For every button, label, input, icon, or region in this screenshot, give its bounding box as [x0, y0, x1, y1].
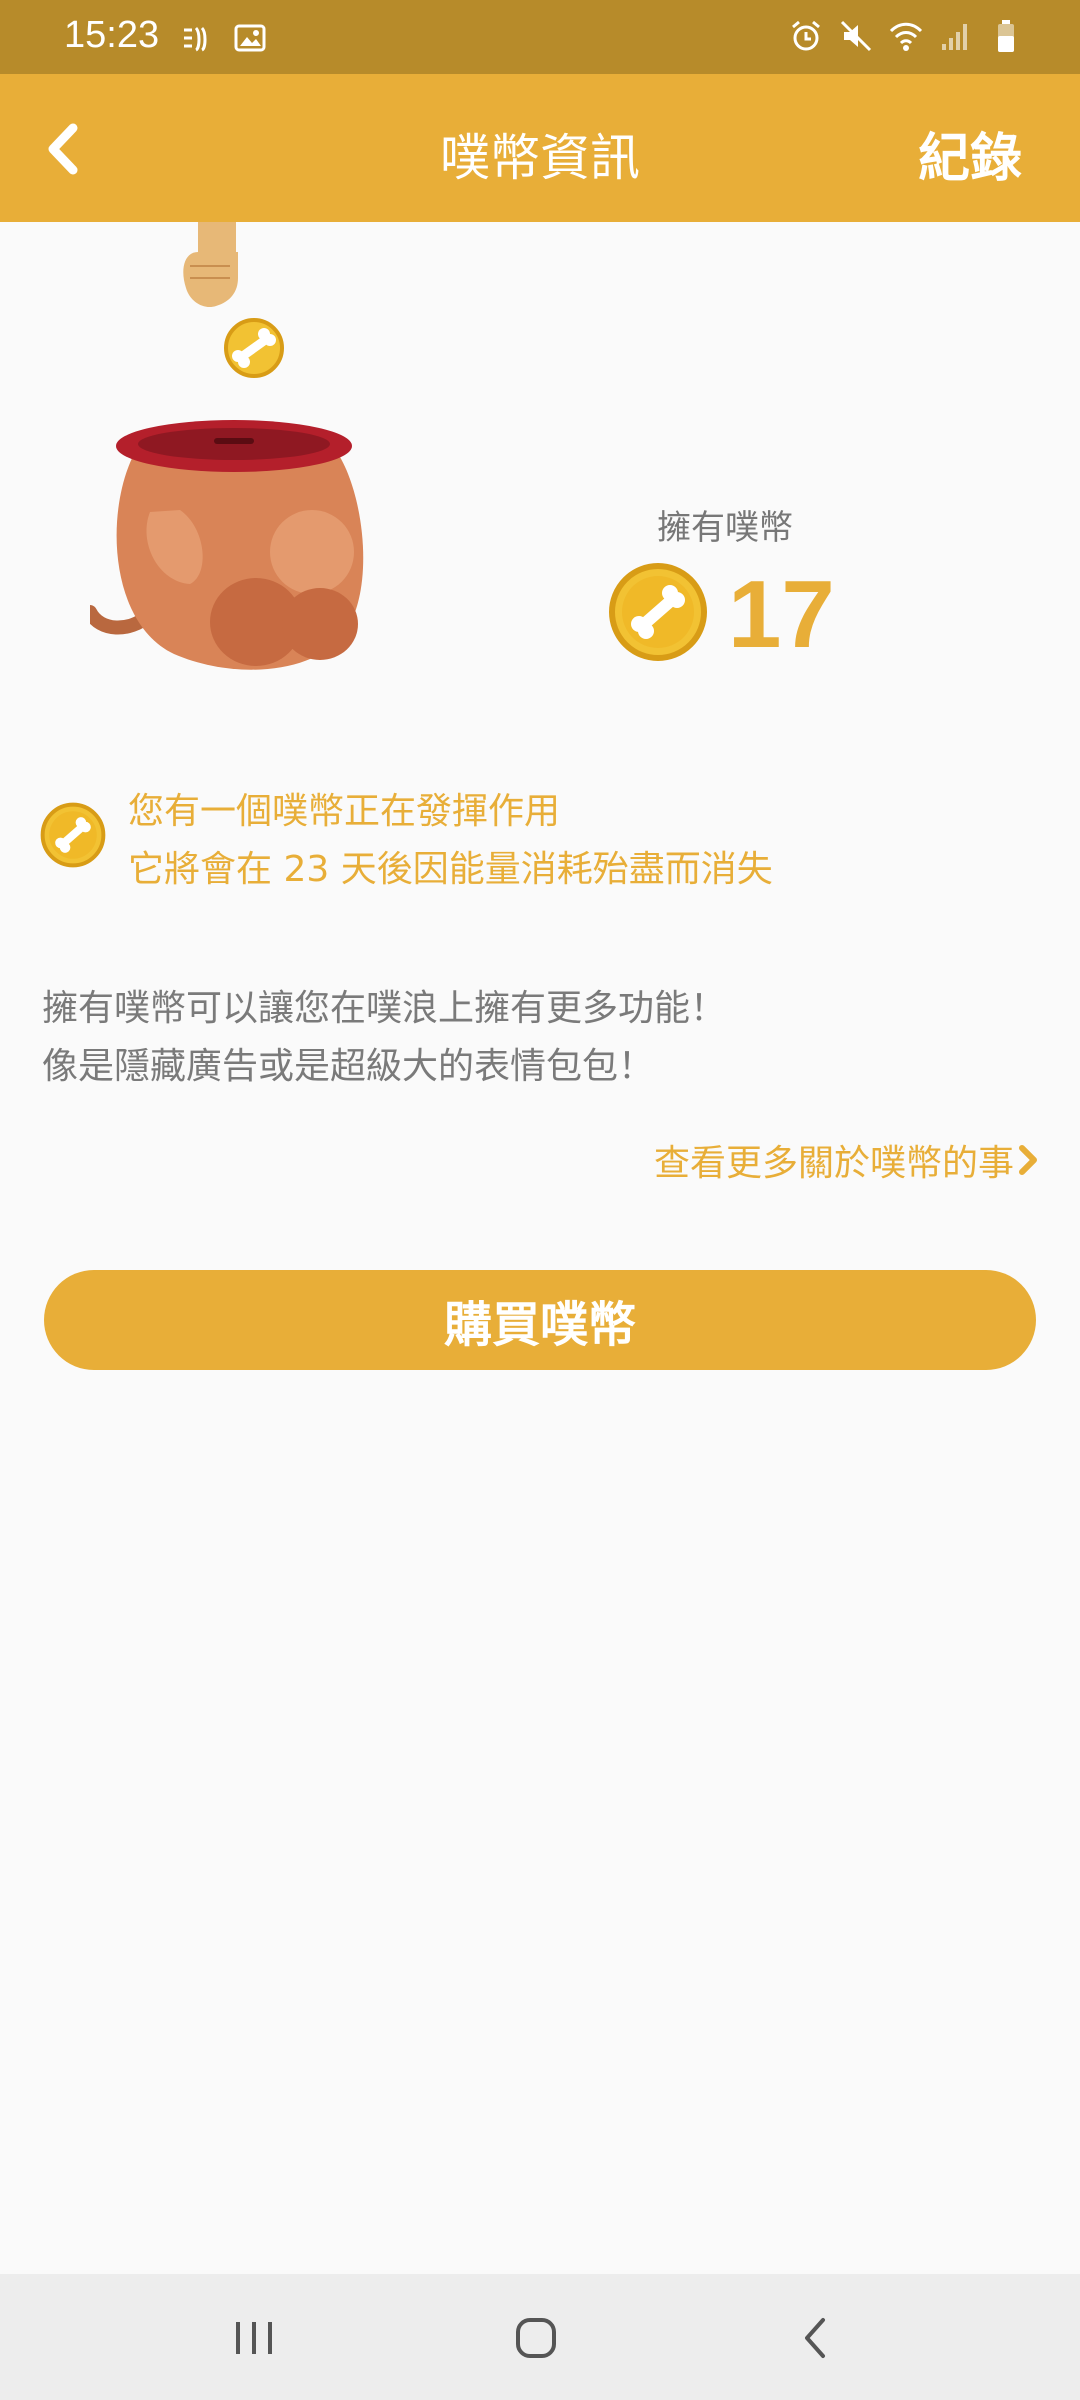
- alarm-icon: [792, 20, 820, 51]
- battery-icon: [998, 20, 1014, 52]
- recents-button[interactable]: [224, 2310, 284, 2366]
- home-button[interactable]: [506, 2310, 566, 2366]
- description-line-1: 擁有噗幣可以讓您在噗浪上擁有更多功能！: [42, 988, 727, 1029]
- app-bar: 噗幣資訊 紀錄: [0, 74, 1080, 222]
- back-icon: [805, 2318, 825, 2358]
- balance-value: 17: [728, 561, 835, 668]
- coin-icon: [40, 802, 106, 868]
- gallery-icon: [234, 24, 266, 52]
- status-bar: 15:23: [0, 0, 1080, 74]
- description: 擁有噗幣可以讓您在噗浪上擁有更多功能！ 像是隱藏廣告或是超級大的表情包包！: [42, 980, 726, 1096]
- description-line-2: 像是隱藏廣告或是超級大的表情包包！: [42, 1046, 655, 1087]
- status-time: 15:23: [64, 14, 160, 56]
- more-info-label: 查看更多關於噗幣的事: [653, 1143, 1014, 1184]
- system-back-button[interactable]: [786, 2310, 846, 2366]
- wifi-icon: [889, 22, 923, 51]
- balance-label: 擁有噗幣: [657, 508, 793, 548]
- notice-line-2: 它將會在 23 天後因能量消耗殆盡而消失: [128, 849, 773, 890]
- record-button[interactable]: 紀錄: [918, 116, 1022, 191]
- notification-icon: [184, 26, 207, 52]
- notice-line-1: 您有一個噗幣正在發揮作用: [128, 791, 561, 832]
- home-icon: [516, 2318, 556, 2358]
- system-nav-bar: [0, 2274, 1080, 2400]
- mute-icon: [840, 20, 872, 52]
- more-info-link[interactable]: 查看更多關於噗幣的事: [654, 1134, 1040, 1186]
- signal-icon: [942, 24, 967, 50]
- recents-icon: [236, 2322, 272, 2354]
- piggy-bank-illustration: [90, 222, 364, 670]
- buy-coins-button[interactable]: 購買噗幣: [44, 1270, 1036, 1370]
- coin-icon: [609, 563, 707, 661]
- chevron-right-icon: [1019, 1145, 1037, 1175]
